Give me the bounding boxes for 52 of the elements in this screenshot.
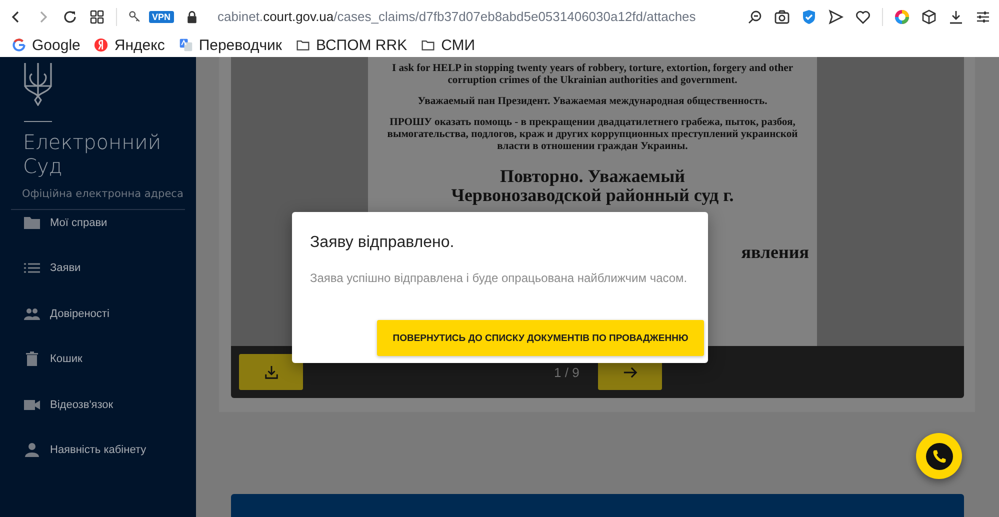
grid-icon[interactable] — [89, 8, 105, 24]
nav-item[interactable]: Відеозв'язок — [0, 382, 196, 428]
folder-icon — [296, 38, 310, 52]
bookmark-link[interactable]: ВСПОМ RRK — [316, 36, 408, 54]
download-icon[interactable] — [948, 8, 964, 24]
vpn-badge[interactable]: VPN — [149, 10, 174, 22]
arrow-right-icon — [622, 364, 638, 380]
lock-icon — [184, 10, 199, 24]
send-icon[interactable] — [828, 8, 844, 24]
dialog-title: Заяву відправлено. — [310, 234, 456, 252]
nav-item[interactable]: Кошик — [0, 336, 196, 382]
document-heading: Червонозаводской районный суд г. — [450, 186, 735, 205]
trash-icon — [24, 351, 40, 368]
settings-icon[interactable] — [975, 8, 991, 24]
translate-icon — [178, 38, 193, 52]
zoom-icon[interactable] — [747, 8, 763, 24]
download-button[interactable] — [239, 354, 303, 390]
bookmark-link[interactable]: Переводчик — [198, 36, 282, 54]
bookmark-link[interactable]: Google — [32, 36, 80, 54]
yandex-icon — [94, 38, 108, 52]
heart-icon[interactable] — [855, 8, 871, 24]
color-wheel-icon[interactable] — [894, 8, 910, 24]
nav-item[interactable]: Довіреності — [0, 291, 196, 336]
nav-item[interactable]: Мої справи — [0, 200, 196, 246]
person-icon — [24, 442, 40, 458]
dialog-message: Заява успішно відправлена і буде опрацьована найближчим часом. — [310, 271, 688, 285]
nav-item[interactable]: Наявність кабінету — [0, 428, 196, 473]
folder-icon — [24, 214, 40, 231]
people-icon — [24, 306, 40, 322]
page-indicator: 1 / 9 — [554, 364, 580, 380]
google-icon — [12, 38, 26, 52]
folder-icon — [421, 38, 436, 52]
return-button[interactable]: ПОВЕРНУТИСЬ ДО СПИСКУ ДОКУМЕНТІВ ПО ПРОВАДЖЕННЮ — [377, 320, 704, 356]
document-paragraph: ПРОШУ оказать помощь - в прекращении двадцатилетнего грабежа, пыток, разбоя, вымогательства, подлогов, краж и других коррупционных преступлений украинской власти в отношении граждан Украины. — [386, 117, 799, 153]
bookmark-link[interactable]: Яндекс — [114, 36, 165, 54]
key-icon[interactable] — [128, 10, 142, 24]
call-button[interactable] — [916, 433, 962, 479]
camera-icon[interactable] — [774, 8, 790, 24]
nav-item[interactable]: Заяви — [0, 246, 196, 291]
site-title: Електронний Суд — [23, 130, 162, 178]
document-paragraph: I ask for HELP in stopping twenty years of robbery, torture, extortion, forgery and other corruption crimes of the Ukrainian authorities and government. — [390, 63, 794, 87]
download-icon — [264, 364, 278, 380]
reload-icon[interactable] — [62, 8, 78, 24]
cube-icon[interactable] — [921, 8, 937, 24]
trident-emblem-icon — [24, 62, 52, 106]
bookmark-link[interactable]: СМИ — [441, 36, 476, 54]
address-bar[interactable]: cabinet.court.gov.ua/cases_claims/d7fb37d07eb8abd5e0531406030a12fd/attaches — [218, 9, 696, 24]
phone-icon — [926, 442, 952, 470]
document-heading: Повторно. Уважаемый — [499, 167, 686, 186]
site-subtitle: Офіційна електронна адреса — [22, 188, 184, 200]
document-paragraph: Уважаемый пан Президент. Уважаемая международная общественность. — [416, 96, 768, 108]
shield-icon[interactable] — [801, 8, 817, 24]
